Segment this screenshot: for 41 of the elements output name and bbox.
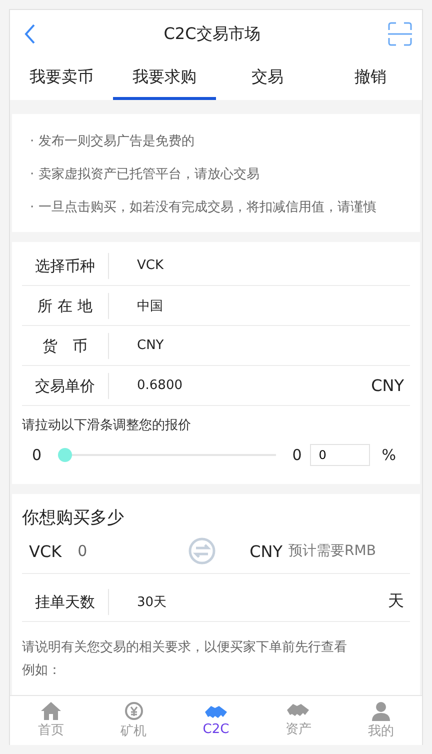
percent-field[interactable]: 0 <box>310 444 370 466</box>
swap-icon[interactable] <box>188 537 216 565</box>
back-icon[interactable] <box>24 23 36 45</box>
field-value[interactable]: 中国 <box>109 296 410 314</box>
currency-label: VCK <box>29 542 62 560</box>
page-title: C2C交易市场 <box>164 24 260 44</box>
notice-text: · 一旦点击购买，如若没有完成交易，将扣减信用值，请谨慎 <box>30 199 378 217</box>
field-label: 交易单价 <box>22 372 109 398</box>
slider-max: 0 <box>292 446 302 464</box>
slider-min: 0 <box>32 446 42 464</box>
field-label: 挂单天数 <box>22 588 109 614</box>
yen-coin-icon <box>124 701 144 721</box>
handshake-icon <box>205 704 228 720</box>
field-value[interactable]: VCK <box>109 258 410 273</box>
scan-icon[interactable] <box>388 22 412 46</box>
rmb-field[interactable]: 预计需要RMB <box>288 542 376 560</box>
slider-thumb[interactable] <box>58 448 72 462</box>
home-icon <box>41 702 62 720</box>
tab[interactable]: 我要卖币 <box>10 58 113 100</box>
nav-item[interactable]: C2C <box>174 696 258 745</box>
currency-label: CNY <box>250 542 283 560</box>
person-icon <box>370 701 391 721</box>
description-text: 请说明有关您交易的相关要求，以便买家下单前先行查看 <box>22 639 348 657</box>
unit-label: 天 <box>388 591 405 612</box>
field-value[interactable]: CNY <box>109 338 410 353</box>
field-label: 选择币种 <box>22 252 109 278</box>
tab[interactable]: 撤销 <box>319 58 422 100</box>
notice-text: · 发布一则交易广告是免费的 <box>30 133 196 151</box>
slider-hint: 请拉动以下滑条调整您的报价 <box>22 417 192 434</box>
unit-label: CNY <box>371 376 405 395</box>
section-title: 你想购买多少 <box>22 507 125 529</box>
notice-text: · 卖家虚拟资产已托管平台，请放心交易 <box>30 166 260 184</box>
amount-field[interactable]: 0 <box>78 542 178 560</box>
handshake-icon <box>287 703 310 719</box>
field-value[interactable]: 30天 <box>109 592 388 610</box>
field-label: 货 币 <box>22 332 109 358</box>
field-label: 所 在 地 <box>22 292 109 318</box>
tab[interactable]: 交易 <box>216 58 319 100</box>
percent-sign: % <box>382 446 396 464</box>
field-value[interactable]: 0.6800 <box>109 378 372 393</box>
description-text: 例如： <box>22 662 62 680</box>
